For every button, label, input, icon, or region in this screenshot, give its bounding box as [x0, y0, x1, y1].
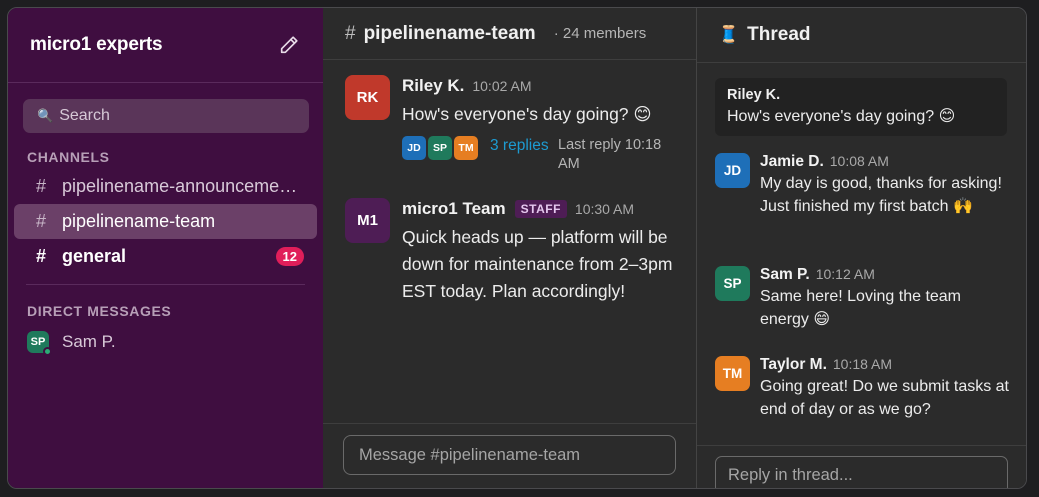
reply-time[interactable]: 10:12 AM — [816, 266, 875, 282]
sidebar-channel-general[interactable]: # general 12 — [14, 239, 317, 274]
avatar[interactable]: RK — [345, 75, 390, 120]
channel-name: pipelinename-team — [62, 211, 216, 231]
channel-pane: # pipelinename-team · 24 members RK Riley… — [323, 8, 697, 488]
sidebar-divider — [26, 284, 305, 285]
hash-icon: # — [36, 176, 47, 196]
replies-link[interactable]: 3 replies — [490, 136, 550, 155]
last-reply-time: Last reply 10:18 AM — [558, 137, 662, 172]
message-author[interactable]: Riley K. — [402, 76, 464, 96]
hash-icon: # — [36, 246, 47, 266]
avatar[interactable]: JD — [715, 153, 750, 188]
participant-avatar: JD — [402, 136, 426, 160]
thread-reply-input[interactable]: Reply in thread... — [715, 456, 1008, 488]
online-status-icon — [43, 347, 52, 356]
message-text: Quick heads up — platform will be down f… — [402, 227, 673, 301]
avatar[interactable]: M1 — [345, 198, 390, 243]
message-time[interactable]: 10:02 AM — [472, 78, 531, 94]
message-text: How's everyone's day going? 😊 — [402, 104, 652, 124]
dm-name: Sam P. — [62, 332, 116, 351]
parent-text: How's everyone's day going? 😊 — [727, 108, 956, 125]
thread-summary[interactable]: JD SP TM 3 replies Last reply 10:18 AM — [402, 136, 686, 174]
thread-reply: SP Sam P. 10:12 AM Same here! Loving the… — [715, 266, 1014, 331]
dm-section-label[interactable]: DIRECT MESSAGES — [8, 303, 323, 319]
search-icon: 🔍 — [37, 108, 54, 123]
workspace-header: micro1 experts — [8, 8, 323, 83]
reply-text: Same here! Loving the team energy 😄 — [760, 288, 962, 328]
participant-avatar: SP — [428, 136, 452, 160]
channels-section-label[interactable]: CHANNELS — [8, 149, 323, 165]
hash-icon: # — [345, 22, 356, 44]
channel-name: general — [62, 246, 127, 266]
channel-title-text: pipelinename-team — [363, 22, 536, 44]
thread-icon: 🧵 — [718, 25, 740, 44]
reply-time[interactable]: 10:18 AM — [833, 356, 892, 372]
thread-composer-divider — [697, 445, 1026, 446]
reply-time[interactable]: 10:08 AM — [830, 153, 889, 169]
sidebar-channel-team[interactable]: # pipelinename-team — [14, 204, 317, 239]
message-input[interactable]: Message #pipelinename-team — [343, 435, 676, 475]
compose-icon[interactable] — [277, 33, 301, 57]
sidebar: micro1 experts 🔍 Search CHANNELS # pipel… — [8, 8, 323, 488]
search-placeholder: Search — [59, 107, 110, 124]
reply-text: My day is good, thanks for asking! Just … — [760, 175, 1002, 215]
participant-avatar: TM — [454, 136, 478, 160]
avatar[interactable]: TM — [715, 356, 750, 391]
thread-header: 🧵 Thread — [697, 8, 1026, 63]
avatar-initials: SP — [30, 336, 46, 348]
message: RK Riley K. 10:02 AM How's everyone's da… — [345, 75, 686, 174]
unread-badge: 12 — [275, 247, 304, 266]
thread-reply: JD Jamie D. 10:08 AM My day is good, tha… — [715, 153, 1014, 218]
slack-window: micro1 experts 🔍 Search CHANNELS # pipel… — [7, 7, 1027, 489]
reply-author[interactable]: Jamie D. — [760, 153, 824, 171]
channel-title[interactable]: # pipelinename-team — [345, 23, 536, 45]
sidebar-channel-announcements[interactable]: # pipelinename-announcements — [14, 169, 317, 204]
thread-reply: TM Taylor M. 10:18 AM Going great! Do we… — [715, 356, 1014, 421]
workspace-name[interactable]: micro1 experts — [30, 34, 163, 56]
staff-badge: STAFF — [514, 200, 567, 218]
member-count[interactable]: · 24 members — [554, 25, 647, 42]
channel-name: pipelinename-announcements — [62, 176, 302, 196]
composer-divider — [323, 423, 696, 424]
message: M1 micro1 Team STAFF 10:30 AM Quick head… — [345, 198, 686, 305]
avatar: SP — [27, 331, 52, 356]
reply-author[interactable]: Sam P. — [760, 266, 810, 284]
dm-item-sam[interactable]: SP Sam P. — [8, 329, 323, 356]
reply-author[interactable]: Taylor M. — [760, 356, 827, 374]
thread-parent-message: Riley K. How's everyone's day going? 😊 — [715, 78, 1007, 136]
hash-icon: # — [36, 211, 47, 231]
reply-text: Going great! Do we submit tasks at end o… — [760, 378, 1009, 418]
parent-author[interactable]: Riley K. — [727, 87, 995, 103]
thread-pane: 🧵 Thread Riley K. How's everyone's day g… — [697, 8, 1026, 488]
avatar[interactable]: SP — [715, 266, 750, 301]
message-author[interactable]: micro1 Team — [402, 199, 506, 219]
thread-title: Thread — [747, 24, 811, 45]
search-bar[interactable]: 🔍 Search — [23, 99, 309, 133]
channel-header: # pipelinename-team · 24 members — [323, 8, 696, 60]
message-time[interactable]: 10:30 AM — [575, 201, 634, 217]
